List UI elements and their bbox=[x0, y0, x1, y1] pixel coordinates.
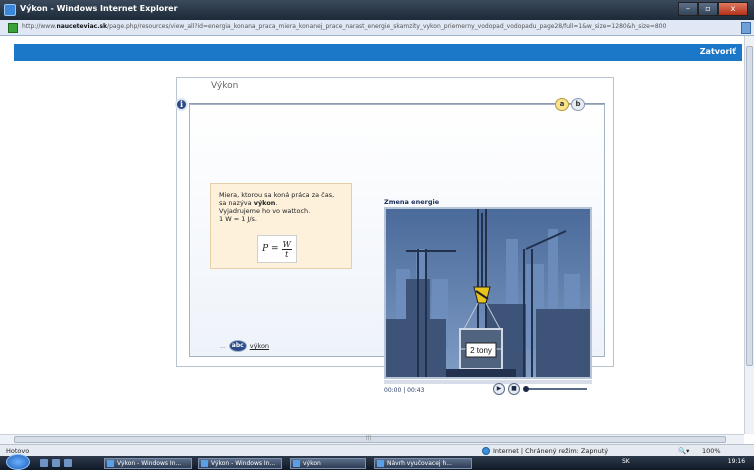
animation-area[interactable]: 2 tony bbox=[384, 207, 592, 379]
definition-term: výkon bbox=[253, 199, 276, 207]
taskbar-item[interactable]: Výkon - Windows In... bbox=[104, 458, 192, 469]
zoom-icon[interactable]: 🔍▾ bbox=[678, 447, 689, 455]
formula-numerator: W bbox=[281, 239, 292, 250]
definition-box: Miera, ktorou sa koná práca za čas, sa n… bbox=[210, 183, 352, 269]
volume-slider[interactable] bbox=[523, 386, 587, 392]
crane-scene: 2 tony bbox=[386, 209, 590, 377]
url-path: /page.php/resources/view_all?id=energia_… bbox=[107, 23, 667, 30]
start-button[interactable] bbox=[6, 454, 30, 470]
abc-icon[interactable]: abc bbox=[228, 340, 247, 352]
window-title: Výkon - Windows Internet Explorer bbox=[20, 4, 178, 13]
minimize-button[interactable]: – bbox=[678, 2, 698, 16]
close-window-button[interactable]: x bbox=[718, 2, 748, 16]
formula-fraction: W t bbox=[281, 239, 292, 259]
play-button[interactable]: ▶ bbox=[493, 383, 505, 395]
close-link[interactable]: Zatvoriť bbox=[700, 47, 736, 56]
definition-line-1: Miera, ktorou sa koná práca za čas, bbox=[219, 191, 335, 199]
clock[interactable]: 19:16 bbox=[728, 458, 745, 465]
taskbar: Výkon - Windows In... Výkon - Windows In… bbox=[0, 454, 754, 470]
vertical-scrollbar[interactable] bbox=[744, 36, 754, 434]
power-formula: P = W t bbox=[257, 235, 297, 263]
status-bar: Hotovo Internet | Chránený režim: Zapnut… bbox=[0, 444, 754, 456]
address-url[interactable]: http://www.nauceteviac.sk/page.php/resou… bbox=[22, 23, 737, 30]
window-title-bar: Výkon - Windows Internet Explorer – ▫ x bbox=[0, 0, 754, 20]
taskbar-item[interactable]: výkon bbox=[290, 458, 366, 469]
vocabulary-link[interactable]: ... abc výkon bbox=[220, 340, 269, 352]
taskbar-item[interactable]: Výkon - Windows In... bbox=[198, 458, 282, 469]
quick-launch-icon[interactable] bbox=[40, 459, 48, 467]
playback-controls: ▶ ■ bbox=[493, 383, 587, 395]
site-favicon-icon bbox=[8, 23, 18, 33]
horizontal-scrollbar[interactable]: ||| bbox=[0, 434, 744, 444]
window-controls: – ▫ x bbox=[678, 2, 748, 16]
definition-period: . bbox=[275, 199, 278, 207]
animation-title: Zmena energie bbox=[384, 198, 440, 206]
header-bar: Zatvoriť bbox=[14, 44, 742, 61]
formula-denominator: t bbox=[285, 249, 289, 259]
maximize-button[interactable]: ▫ bbox=[698, 2, 718, 16]
vertical-scroll-thumb[interactable] bbox=[746, 46, 753, 366]
ie-icon bbox=[4, 4, 16, 16]
formula-lhs: P = bbox=[262, 244, 279, 254]
page-viewport: Zatvoriť Výkon Miera, ktorou sa koná prá… bbox=[0, 36, 744, 434]
tab-a[interactable]: a bbox=[555, 98, 569, 111]
definition-text: sa nazýva bbox=[219, 199, 254, 207]
quick-launch bbox=[40, 459, 72, 467]
lesson-tabs: a b bbox=[555, 98, 585, 111]
address-bar: http://www.nauceteviac.sk/page.php/resou… bbox=[0, 20, 754, 36]
animation-timecode: 00:00 | 00:43 bbox=[384, 387, 425, 394]
stop-button[interactable]: ■ bbox=[508, 383, 520, 395]
tab-b[interactable]: b bbox=[571, 98, 585, 111]
system-tray: SK 19:16 bbox=[622, 458, 745, 465]
vocab-word[interactable]: výkon bbox=[250, 342, 269, 350]
quick-launch-icon[interactable] bbox=[52, 459, 60, 467]
vocab-dots: ... bbox=[220, 342, 226, 350]
zone-text: Internet | Chránený režim: Zapnutý bbox=[493, 447, 609, 455]
load-label: 2 tony bbox=[470, 346, 492, 355]
url-prefix: http://www. bbox=[22, 23, 57, 30]
lesson-panel: Miera, ktorou sa koná práca za čas, sa n… bbox=[189, 104, 605, 395]
definition-line-4: 1 W = 1 J/s. bbox=[219, 215, 257, 223]
quick-launch-icon[interactable] bbox=[64, 459, 72, 467]
lesson-frame: Výkon Miera, ktorou sa koná práca za čas… bbox=[175, 77, 614, 395]
lesson-title: Výkon bbox=[211, 81, 239, 91]
definition-line-2: sa nazýva výkon. bbox=[219, 199, 343, 207]
definition-line-3: Vyjadrujeme ho vo wattoch. bbox=[219, 207, 311, 215]
info-icon[interactable]: i bbox=[175, 98, 188, 111]
language-indicator[interactable]: SK bbox=[622, 458, 630, 465]
globe-icon bbox=[482, 447, 490, 455]
zoom-level[interactable]: 100% bbox=[702, 447, 721, 455]
scroll-grip-icon: ||| bbox=[366, 435, 372, 441]
ground-platform bbox=[446, 369, 516, 377]
compatibility-icon[interactable] bbox=[741, 22, 751, 34]
url-domain: nauceteviac.sk bbox=[56, 23, 108, 30]
security-zone[interactable]: Internet | Chránený režim: Zapnutý bbox=[482, 447, 608, 455]
taskbar-item[interactable]: Návrh vyučovacej h... bbox=[374, 458, 472, 469]
